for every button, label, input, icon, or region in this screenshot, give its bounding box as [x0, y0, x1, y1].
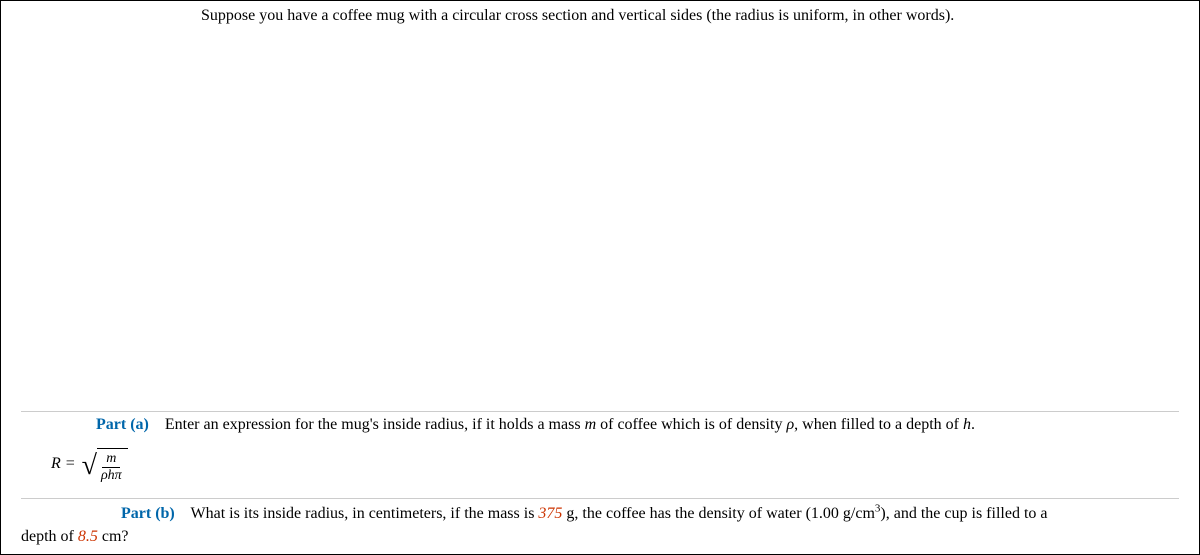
fraction: m ρhπ: [99, 451, 124, 484]
fraction-denominator: ρhπ: [99, 468, 124, 484]
part-a-question-mid2: , when filled to a depth of: [794, 416, 963, 433]
part-a-prompt: Part (a) Enter an expression for the mug…: [21, 416, 1179, 434]
part-a-question-pre: Enter an expression for the mug's inside…: [165, 416, 585, 433]
formula: R = √ m ρhπ: [21, 434, 1179, 482]
spacer: [179, 505, 187, 522]
problem-container: Suppose you have a coffee mug with a cir…: [0, 0, 1200, 555]
depth-value: 8.5: [78, 528, 98, 545]
part-a-question-mid: of coffee which is of density: [596, 416, 786, 433]
part-b-section: Part (b) What is its inside radius, in c…: [21, 498, 1179, 548]
radicand: m ρhπ: [97, 448, 128, 484]
formula-lhs: R =: [51, 455, 82, 473]
depth-pre: depth of: [21, 528, 78, 545]
part-a-label: Part (a): [96, 416, 149, 433]
fraction-numerator: m: [102, 451, 120, 468]
radical-icon: √: [82, 452, 97, 480]
part-b-prompt-line1: Part (b) What is its inside radius, in c…: [21, 503, 1179, 525]
rho-variable: ρ: [786, 416, 794, 433]
sqrt-expression: √ m ρhπ: [82, 446, 128, 482]
part-b-q2: g, the coffee has the density of water (…: [562, 505, 875, 522]
part-a-section: Part (a) Enter an expression for the mug…: [21, 411, 1179, 482]
part-b-q1: What is its inside radius, in centimeter…: [190, 505, 538, 522]
mass-variable: m: [585, 416, 597, 433]
mass-value: 375: [538, 505, 562, 522]
part-a-text-1: [153, 416, 161, 433]
h-variable: h: [963, 416, 971, 433]
part-b-q3: ), and the cup is filled to a: [880, 505, 1047, 522]
problem-intro: Suppose you have a coffee mug with a cir…: [201, 7, 1169, 25]
part-b-prompt-line2: depth of 8.5 cm?: [21, 526, 1179, 548]
part-a-question-end: .: [971, 416, 975, 433]
part-b-label: Part (b): [121, 505, 175, 522]
depth-post: cm?: [98, 528, 129, 545]
